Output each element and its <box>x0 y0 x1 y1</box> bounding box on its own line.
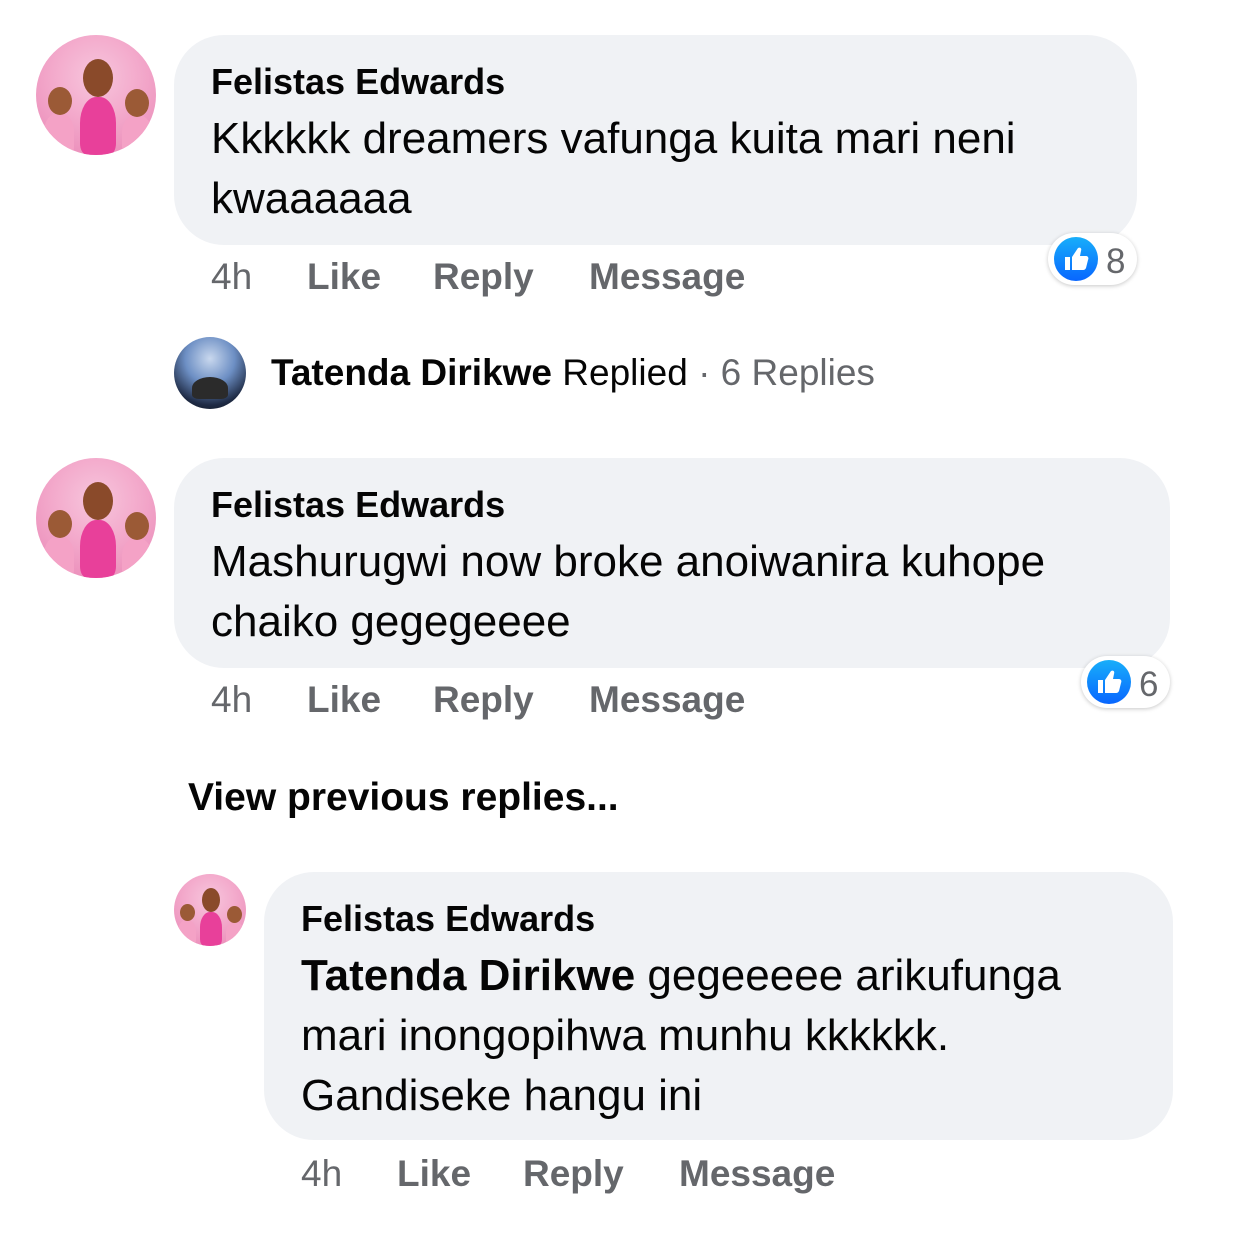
reply-author[interactable]: Felistas Edwards <box>301 898 595 940</box>
reply-button[interactable]: Reply <box>433 679 534 721</box>
message-button[interactable]: Message <box>589 256 745 298</box>
comment-author[interactable]: Felistas Edwards <box>211 61 505 103</box>
mention-link[interactable]: Tatenda Dirikwe <box>301 951 635 1000</box>
reaction-count: 6 <box>1139 665 1159 704</box>
comment-actions: 4h Like Reply Message <box>211 256 911 300</box>
reply-summary-replied: Replied <box>562 352 688 393</box>
avatar[interactable] <box>36 35 156 155</box>
reply-text-line: mari inongopihwa munhu kkkkkk. <box>301 1011 950 1060</box>
comment-bubble: Felistas Edwards Kkkkkk dreamers vafunga… <box>174 35 1137 245</box>
comment-time: 4h <box>211 679 253 720</box>
comment-text-line: Kkkkkk dreamers vafunga kuita mari neni <box>211 114 1016 163</box>
reply-button[interactable]: Reply <box>523 1153 624 1195</box>
like-button[interactable]: Like <box>307 679 381 721</box>
avatar[interactable] <box>174 874 246 946</box>
comment-text-line: chaiko gegegeeee <box>211 597 571 646</box>
reply-summary[interactable]: Tatenda Dirikwe Replied · 6 Replies <box>271 352 875 394</box>
reaction-summary[interactable]: 6 <box>1081 656 1170 708</box>
reply-time: 4h <box>301 1153 343 1194</box>
comment-actions: 4h Like Reply Message <box>211 679 911 723</box>
message-button[interactable]: Message <box>589 679 745 721</box>
reply-count[interactable]: 6 Replies <box>721 352 875 393</box>
like-icon <box>1087 660 1131 704</box>
separator-dot: · <box>698 352 711 393</box>
reply-text-line: Tatenda Dirikwe gegeeeee arikufunga <box>301 946 1061 1006</box>
comment-time: 4h <box>211 256 253 297</box>
like-button[interactable]: Like <box>397 1153 471 1195</box>
comment-text-line: kwaaaaaa <box>211 174 412 223</box>
comment-author[interactable]: Felistas Edwards <box>211 484 505 526</box>
reply-text-segment: gegeeeee arikufunga <box>635 951 1061 1000</box>
comment-text-line: Mashurugwi now broke anoiwanira kuhope <box>211 537 1046 586</box>
message-button[interactable]: Message <box>679 1153 835 1195</box>
comment-bubble: Felistas Edwards Mashurugwi now broke an… <box>174 458 1170 668</box>
view-previous-replies-link[interactable]: View previous replies... <box>188 776 619 820</box>
avatar[interactable] <box>174 337 246 409</box>
reply-button[interactable]: Reply <box>433 256 534 298</box>
reply-text-line: Gandiseke hangu ini <box>301 1071 703 1120</box>
reply-actions: 4h Like Reply Message <box>301 1153 1001 1197</box>
avatar[interactable] <box>36 458 156 578</box>
reply-bubble: Felistas Edwards Tatenda Dirikwe gegeeee… <box>264 872 1173 1140</box>
like-button[interactable]: Like <box>307 256 381 298</box>
reaction-summary[interactable]: 8 <box>1048 233 1137 285</box>
reply-summary-name[interactable]: Tatenda Dirikwe <box>271 352 552 393</box>
like-icon <box>1054 237 1098 281</box>
reaction-count: 8 <box>1106 242 1126 281</box>
